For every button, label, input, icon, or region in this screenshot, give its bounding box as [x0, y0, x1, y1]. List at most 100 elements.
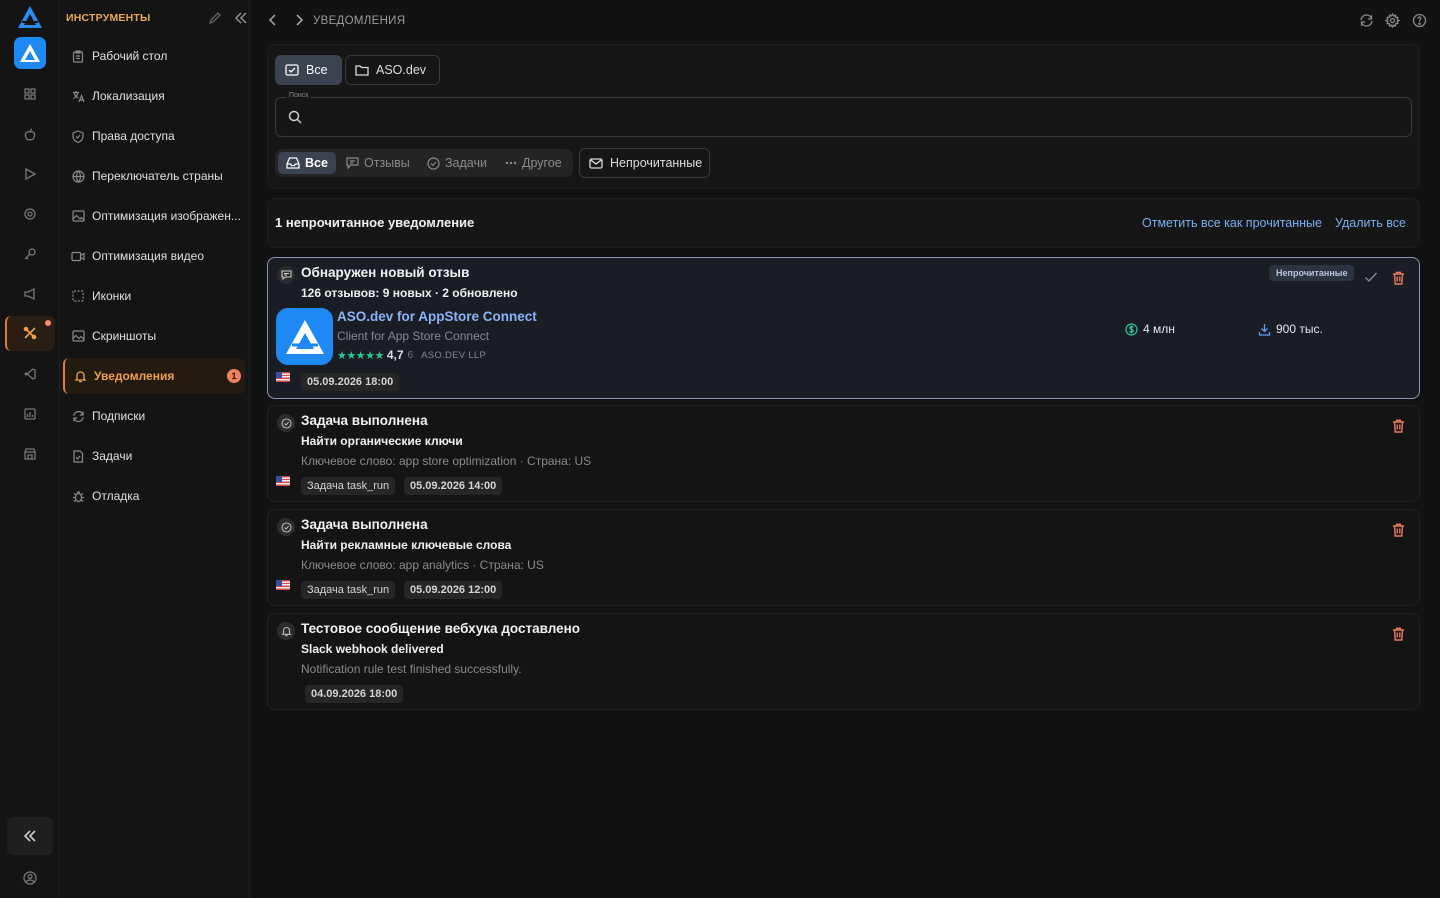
sidebar-item-label: Переключатель страны: [92, 169, 223, 183]
sidebar-item-screenshots[interactable]: Скриншоты: [63, 318, 245, 354]
delete-trash-icon[interactable]: [1392, 523, 1405, 537]
notification-card[interactable]: Задача выполнена Найти органические ключ…: [267, 405, 1420, 502]
key-icon[interactable]: [20, 244, 40, 264]
review-comment-icon: [277, 266, 295, 284]
delete-trash-icon[interactable]: [1392, 271, 1405, 285]
dollar-coin-icon: [1125, 322, 1138, 336]
collapse-rail-icon[interactable]: [7, 817, 53, 855]
us-flag-icon: [276, 580, 290, 590]
vscode-icon[interactable]: [20, 364, 40, 384]
mark-all-read-link[interactable]: Отметить все как прочитанные: [1142, 216, 1322, 230]
grid-icon[interactable]: [20, 84, 40, 104]
notification-subtitle: Найти рекламные ключевые слова: [301, 538, 512, 552]
sidebar-item-localization[interactable]: Локализация: [63, 78, 245, 114]
type-all-tab[interactable]: Все: [278, 152, 336, 174]
sidebar-item-label: Оптимизация изображен...: [92, 209, 241, 223]
task-check-icon: [277, 414, 295, 432]
bell-icon: [277, 622, 295, 640]
app-publisher: ASO.DEV LLP: [421, 349, 487, 361]
search-field[interactable]: Поиск: [275, 92, 1412, 137]
store-icon[interactable]: [20, 444, 40, 464]
app-rating: ★★★★★ 4,7 6 ASO.DEV LLP: [337, 348, 486, 362]
type-reviews-tab[interactable]: Отзывы: [338, 152, 418, 174]
type-tasks-tab[interactable]: Задачи: [419, 152, 495, 174]
aso-logo-icon[interactable]: [17, 5, 43, 29]
type-other-tab[interactable]: Другое: [497, 152, 570, 174]
rating-value: 4,7: [386, 348, 404, 362]
delete-trash-icon[interactable]: [1392, 419, 1405, 433]
downloads-metric: 900 тыс.: [1258, 322, 1323, 336]
app-switcher-icon[interactable]: [14, 37, 46, 69]
video-icon: [71, 249, 85, 263]
task-check-icon: [277, 518, 295, 536]
unread-only-label: Непрочитанные: [610, 156, 703, 170]
notification-timestamp: 05.09.2026 12:00: [404, 581, 503, 599]
notification-subtitle: Найти органические ключи: [301, 434, 463, 448]
download-icon: [1258, 323, 1271, 336]
image-icon: [71, 209, 85, 223]
sidebar-item-dashboard[interactable]: Рабочий стол: [63, 38, 245, 74]
scope-app-label: ASO.dev: [376, 63, 427, 77]
downloads-value: 900 тыс.: [1276, 322, 1323, 336]
edit-icon[interactable]: [208, 11, 222, 25]
notification-description: Ключевое слово: app analytics · Страна: …: [301, 558, 544, 572]
unread-only-toggle[interactable]: Непрочитанные: [579, 148, 710, 178]
sidebar-item-icons[interactable]: Иконки: [63, 278, 245, 314]
type-tasks-label: Задачи: [445, 156, 487, 170]
app-rail: [0, 0, 60, 898]
notification-card[interactable]: Обнаружен новый отзыв 126 отзывов: 9 нов…: [267, 257, 1420, 399]
notification-card[interactable]: Задача выполнена Найти рекламные ключевы…: [267, 509, 1420, 606]
inbox-icon: [286, 157, 300, 169]
account-icon[interactable]: [20, 868, 40, 888]
sidebar-item-image-optimization[interactable]: Оптимизация изображен...: [63, 198, 245, 234]
notification-description: Ключевое слово: app store optimization ·…: [301, 454, 592, 468]
refresh-icon[interactable]: [1359, 13, 1374, 28]
folder-icon: [355, 64, 369, 76]
collapse-sidebar-icon[interactable]: [234, 11, 248, 25]
scope-all-chip[interactable]: Все: [275, 55, 342, 85]
scope-app-chip[interactable]: ASO.dev: [345, 55, 441, 85]
sidebar-item-subscriptions[interactable]: Подписки: [63, 398, 245, 434]
type-filter-segment: Все Отзывы Задачи Другое: [275, 149, 573, 177]
sidebar-item-debug[interactable]: Отладка: [63, 478, 245, 514]
translate-icon: [71, 89, 85, 103]
type-other-label: Другое: [522, 156, 562, 170]
sidebar-item-access-rights[interactable]: Права доступа: [63, 118, 245, 154]
target-icon[interactable]: [20, 204, 40, 224]
apple-icon[interactable]: [20, 124, 40, 144]
mark-read-check-icon[interactable]: [1364, 271, 1378, 283]
sidebar-item-label: Скриншоты: [92, 329, 157, 343]
play-store-icon[interactable]: [20, 164, 40, 184]
screenshot-icon: [71, 329, 85, 343]
help-icon[interactable]: [1412, 13, 1427, 28]
notification-timestamp: 05.09.2026 14:00: [404, 477, 503, 495]
forward-arrow-icon[interactable]: [293, 13, 305, 27]
tools-icon[interactable]: [20, 323, 40, 343]
unread-count-title: 1 непрочитанное уведомление: [275, 215, 475, 230]
sidebar-item-label: Оптимизация видео: [92, 249, 204, 263]
sidebar-item-country-switcher[interactable]: Переключатель страны: [63, 158, 245, 194]
check-circle-icon: [427, 156, 440, 170]
sidebar-item-label: Подписки: [92, 409, 146, 423]
back-arrow-icon[interactable]: [267, 13, 279, 27]
notification-description: Notification rule test finished successf…: [301, 662, 522, 676]
task-tag: Задача task_run: [301, 581, 396, 599]
sidebar-item-video-optimization[interactable]: Оптимизация видео: [63, 238, 245, 274]
sidebar-item-label: Рабочий стол: [92, 49, 168, 63]
sidebar-item-notifications[interactable]: Уведомления 1: [63, 358, 245, 394]
delete-all-link[interactable]: Удалить все: [1335, 216, 1406, 230]
notification-timestamp: 04.09.2026 18:00: [305, 685, 404, 703]
app-icon[interactable]: [276, 308, 333, 365]
app-name-link[interactable]: ASO.dev for AppStore Connect: [337, 309, 537, 324]
megaphone-icon[interactable]: [20, 284, 40, 304]
notification-card[interactable]: Тестовое сообщение вебхука доставлено Sl…: [267, 613, 1420, 710]
tools-notification-dot: [45, 320, 51, 326]
type-all-label: Все: [305, 156, 328, 170]
sidebar-title: ИНСТРУМЕНТЫ: [66, 12, 151, 24]
check-mail-icon: [285, 64, 299, 76]
settings-gear-icon[interactable]: [1385, 13, 1400, 28]
clipboard-icon: [71, 49, 85, 63]
delete-trash-icon[interactable]: [1392, 627, 1405, 641]
analytics-icon[interactable]: [20, 404, 40, 424]
sidebar-item-tasks[interactable]: Задачи: [63, 438, 245, 474]
